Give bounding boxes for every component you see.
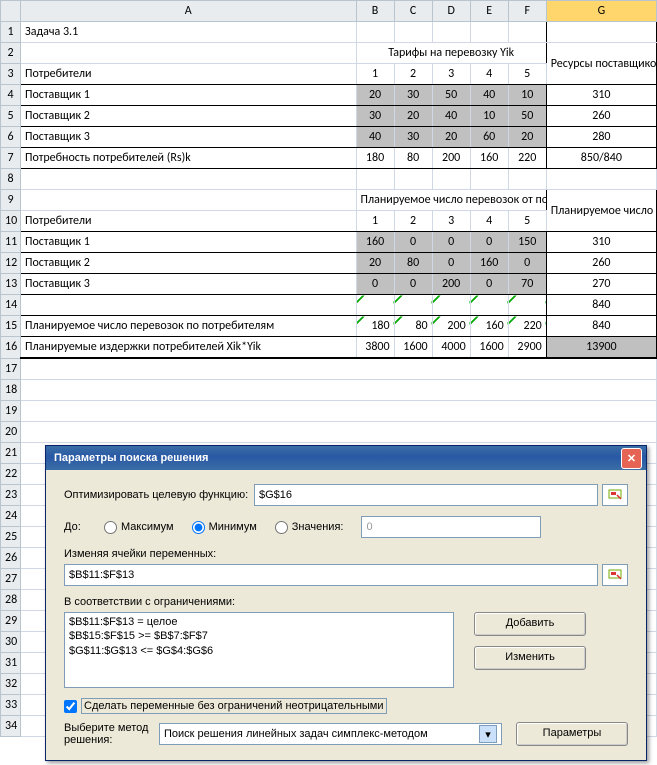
row-head[interactable]: 12 [1,253,21,274]
col-A[interactable]: A [21,1,357,22]
header-planned-supp[interactable]: Планируемое число перевозок по поставщик… [546,190,656,232]
value-input[interactable] [361,516,541,538]
method-value: Поиск решения линейных задач симплекс-ме… [164,728,475,740]
column-headers: A B C D E F G [1,1,657,22]
method-combo[interactable]: Поиск решения линейных задач симплекс-ме… [159,723,502,745]
header-planned[interactable]: Планируемое число перевозок от поставщик… [356,190,546,211]
row-head[interactable]: 13 [1,274,21,295]
changing-label: Изменяя ячейки переменных: [64,548,628,560]
radio-min[interactable]: Минимум [192,521,257,534]
radio-max[interactable]: Максимум [104,521,174,534]
radio-value[interactable]: Значения: [275,521,344,534]
solver-dialog: Параметры поиска решения ✕ Оптимизироват… [45,445,647,761]
col-B[interactable]: B [356,1,394,22]
header-resources[interactable]: Ресурсы поставщиков (Rz)i [546,43,656,85]
constraint-item[interactable]: $G$11:$G$13 <= $G$4:$G$6 [69,644,449,658]
cell[interactable]: Задача 3.1 [21,22,357,43]
range-select-button[interactable] [602,564,628,586]
header-tariffs[interactable]: Тарифы на перевозку Yik [356,43,546,64]
objective-input[interactable] [254,484,598,506]
nonneg-label: Сделать переменные без ограничений неотр… [81,698,387,714]
constraint-item[interactable]: $B$15:$F$15 >= $B$7:$F$7 [69,629,449,643]
range-icon [608,489,622,501]
params-button[interactable]: Параметры [516,722,628,746]
constraint-item[interactable]: $B$11:$F$13 = целое [69,615,449,629]
chevron-down-icon: ▾ [479,725,497,743]
cell[interactable]: Потребители [21,64,357,85]
range-icon [608,569,622,581]
method-label: Выберите метод решения: [64,722,159,746]
row-head[interactable]: 11 [1,232,21,253]
row-head[interactable]: 5 [1,106,21,127]
close-icon: ✕ [627,452,636,465]
nonneg-checkbox[interactable] [64,700,77,713]
row-head[interactable]: 4 [1,85,21,106]
change-button[interactable]: Изменить [474,646,586,670]
col-F[interactable]: F [508,1,546,22]
row-head[interactable]: 7 [1,148,21,169]
changing-cells-input[interactable] [64,564,598,586]
row-head[interactable]: 6 [1,127,21,148]
col-C[interactable]: C [394,1,432,22]
objective-label: Оптимизировать целевую функцию: [64,489,254,501]
range-select-button[interactable] [602,484,628,506]
row-head[interactable]: 8 [1,169,21,190]
row-head[interactable]: 14 [1,295,21,316]
close-button[interactable]: ✕ [621,448,642,469]
row-head[interactable]: 15 [1,316,21,337]
col-G[interactable]: G [546,1,656,22]
row-head[interactable]: 1 [1,22,21,43]
row-head[interactable]: 10 [1,211,21,232]
row-head[interactable]: 16 [1,337,21,359]
row-head[interactable]: 9 [1,190,21,211]
row-head[interactable]: 3 [1,64,21,85]
col-D[interactable]: D [432,1,470,22]
add-button[interactable]: Добавить [474,612,586,636]
col-E[interactable]: E [470,1,508,22]
row-head[interactable]: 2 [1,43,21,64]
dialog-title: Параметры поиска решения [50,452,621,464]
constraints-list[interactable]: $B$11:$F$13 = целое $B$15:$F$15 >= $B$7:… [64,612,454,688]
to-label: До: [64,521,104,533]
constraints-label: В соответствии с ограничениями: [64,596,628,608]
dialog-titlebar[interactable]: Параметры поиска решения ✕ [46,446,646,470]
